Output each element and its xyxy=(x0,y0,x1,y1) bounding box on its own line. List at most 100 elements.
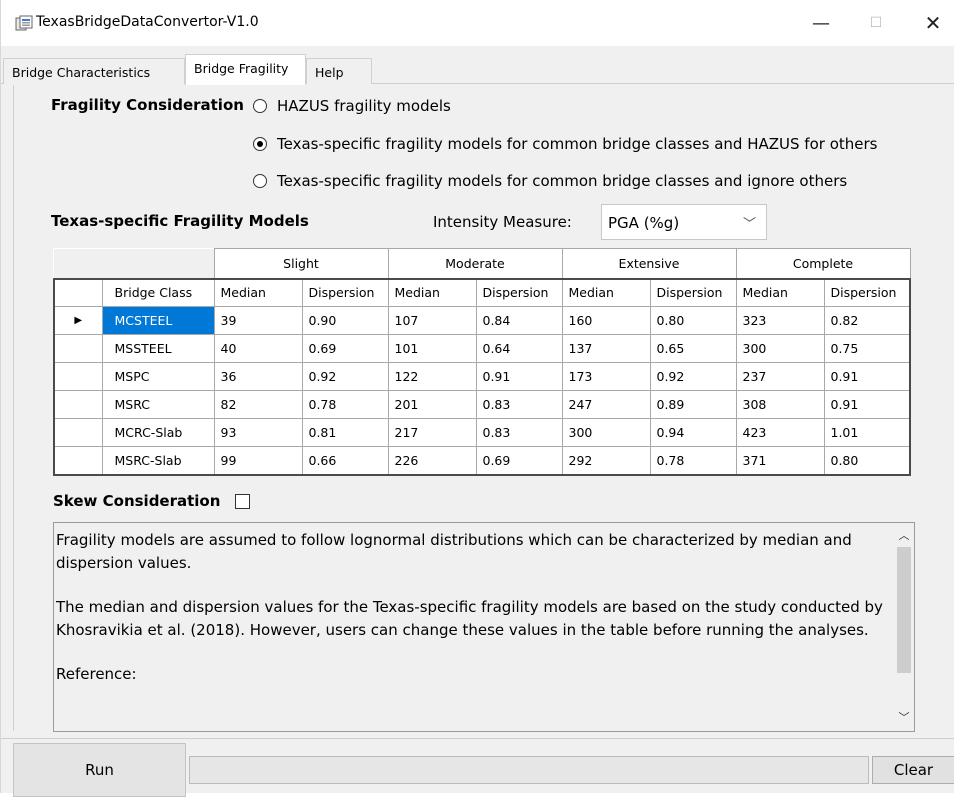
bridge-class-cell[interactable]: MCSTEEL xyxy=(101,306,215,335)
tab-help[interactable]: Help xyxy=(306,58,372,84)
table-row[interactable]: ▶ MCSTEEL 39 0.90 107 0.84 160 0.80 323 0.82 xyxy=(53,306,911,335)
table-cell[interactable]: 226 xyxy=(387,446,477,475)
table-cell[interactable]: 237 xyxy=(735,362,825,391)
table-cell[interactable]: 0.91 xyxy=(823,362,911,391)
scroll-down-icon[interactable]: ﹀ xyxy=(894,709,914,729)
column-header[interactable]: Dispersion xyxy=(301,278,389,307)
table-cell[interactable]: 0.69 xyxy=(301,334,389,363)
table-cell[interactable]: 39 xyxy=(213,306,303,335)
table-cell[interactable]: 0.78 xyxy=(301,390,389,419)
column-header[interactable]: Median xyxy=(735,278,825,307)
table-cell[interactable]: 292 xyxy=(561,446,651,475)
column-header[interactable]: Dispersion xyxy=(649,278,737,307)
table-cell[interactable]: 300 xyxy=(735,334,825,363)
table-cell[interactable]: 0.66 xyxy=(301,446,389,475)
tab-bridge-characteristics[interactable]: Bridge Characteristics xyxy=(3,58,185,84)
table-cell[interactable]: 0.90 xyxy=(301,306,389,335)
table-cell[interactable]: 173 xyxy=(561,362,651,391)
table-cell[interactable]: 99 xyxy=(213,446,303,475)
table-cell[interactable]: 36 xyxy=(213,362,303,391)
table-cell[interactable]: 0.65 xyxy=(649,334,737,363)
app-icon xyxy=(15,15,33,31)
radio-button-texas-hazus[interactable] xyxy=(253,137,267,151)
column-header[interactable]: Dispersion xyxy=(475,278,563,307)
table-cell[interactable]: 160 xyxy=(561,306,651,335)
table-cell[interactable]: 0.83 xyxy=(475,418,563,447)
table-cell[interactable]: 0.89 xyxy=(649,390,737,419)
table-cell[interactable]: 308 xyxy=(735,390,825,419)
row-header[interactable] xyxy=(53,446,103,475)
table-cell[interactable]: 0.75 xyxy=(823,334,911,363)
bridge-class-cell[interactable]: MSRC-Slab xyxy=(101,446,215,475)
group-spacer xyxy=(102,248,214,279)
clear-button[interactable]: Clear xyxy=(872,756,954,784)
scroll-thumb[interactable] xyxy=(897,547,911,673)
table-cell[interactable]: 0.80 xyxy=(823,446,911,475)
skew-checkbox[interactable] xyxy=(235,494,250,509)
table-row[interactable]: MSRC-Slab 99 0.66 226 0.69 292 0.78 371 0.80 xyxy=(53,446,911,475)
bridge-class-cell[interactable]: MSSTEEL xyxy=(101,334,215,363)
info-paragraph: The median and dispersion values for the… xyxy=(56,598,883,639)
bridge-class-cell[interactable]: MCRC-Slab xyxy=(101,418,215,447)
row-header[interactable] xyxy=(53,418,103,447)
column-header[interactable]: Median xyxy=(561,278,651,307)
table-cell[interactable]: 323 xyxy=(735,306,825,335)
radio-texas-ignore[interactable]: Texas-specific fragility models for comm… xyxy=(253,170,847,192)
table-row[interactable]: MSSTEEL 40 0.69 101 0.64 137 0.65 300 0.75 xyxy=(53,334,911,363)
table-cell[interactable]: 0.69 xyxy=(475,446,563,475)
table-cell[interactable]: 0.84 xyxy=(475,306,563,335)
table-cell[interactable]: 217 xyxy=(387,418,477,447)
scroll-up-icon[interactable]: ︿ xyxy=(894,527,914,547)
table-cell[interactable]: 107 xyxy=(387,306,477,335)
table-cell[interactable]: 82 xyxy=(213,390,303,419)
table-cell[interactable]: 93 xyxy=(213,418,303,447)
run-button[interactable]: Run xyxy=(13,743,186,797)
info-scrollbar[interactable]: ︿ ﹀ xyxy=(894,523,914,731)
table-cell[interactable]: 101 xyxy=(387,334,477,363)
table-cell[interactable]: 0.64 xyxy=(475,334,563,363)
row-header[interactable] xyxy=(53,390,103,419)
maximize-button[interactable]: ☐ xyxy=(856,6,896,40)
table-cell[interactable]: 0.94 xyxy=(649,418,737,447)
minimize-button[interactable]: — xyxy=(801,6,841,40)
table-cell[interactable]: 0.92 xyxy=(649,362,737,391)
table-row[interactable]: MSRC 82 0.78 201 0.83 247 0.89 308 0.91 xyxy=(53,390,911,419)
table-cell[interactable]: 371 xyxy=(735,446,825,475)
radio-button-texas-ignore[interactable] xyxy=(253,174,267,188)
close-button[interactable]: ✕ xyxy=(913,6,953,40)
table-cell[interactable]: 300 xyxy=(561,418,651,447)
intensity-measure-select[interactable]: PGA (%g) ﹀ xyxy=(601,204,767,240)
table-cell[interactable]: 0.92 xyxy=(301,362,389,391)
row-header[interactable] xyxy=(53,334,103,363)
table-cell[interactable]: 0.81 xyxy=(301,418,389,447)
row-header[interactable]: ▶ xyxy=(53,306,103,335)
radio-button-hazus[interactable] xyxy=(253,99,267,113)
table-cell[interactable]: 0.91 xyxy=(823,390,911,419)
tab-bridge-fragility[interactable]: Bridge Fragility xyxy=(185,54,306,85)
table-cell[interactable]: 40 xyxy=(213,334,303,363)
info-textbox[interactable]: Fragility models are assumed to follow l… xyxy=(53,522,915,732)
table-cell[interactable]: 423 xyxy=(735,418,825,447)
info-paragraph: Reference: xyxy=(56,665,137,683)
column-header[interactable]: Dispersion xyxy=(823,278,911,307)
table-cell[interactable]: 0.83 xyxy=(475,390,563,419)
radio-hazus[interactable]: HAZUS fragility models xyxy=(253,95,451,117)
column-header[interactable]: Bridge Class xyxy=(101,278,215,307)
bridge-class-cell[interactable]: MSPC xyxy=(101,362,215,391)
table-cell[interactable]: 201 xyxy=(387,390,477,419)
column-header[interactable]: Median xyxy=(213,278,303,307)
table-cell[interactable]: 122 xyxy=(387,362,477,391)
bridge-class-cell[interactable]: MSRC xyxy=(101,390,215,419)
row-header[interactable] xyxy=(53,362,103,391)
table-row[interactable]: MSPC 36 0.92 122 0.91 173 0.92 237 0.91 xyxy=(53,362,911,391)
column-header[interactable]: Median xyxy=(387,278,477,307)
table-cell[interactable]: 1.01 xyxy=(823,418,911,447)
radio-texas-hazus[interactable]: Texas-specific fragility models for comm… xyxy=(253,133,877,155)
table-cell[interactable]: 137 xyxy=(561,334,651,363)
table-cell[interactable]: 0.78 xyxy=(649,446,737,475)
table-cell[interactable]: 247 xyxy=(561,390,651,419)
table-cell[interactable]: 0.80 xyxy=(649,306,737,335)
table-cell[interactable]: 0.82 xyxy=(823,306,911,335)
table-cell[interactable]: 0.91 xyxy=(475,362,563,391)
table-row[interactable]: MCRC-Slab 93 0.81 217 0.83 300 0.94 423 1.01 xyxy=(53,418,911,447)
